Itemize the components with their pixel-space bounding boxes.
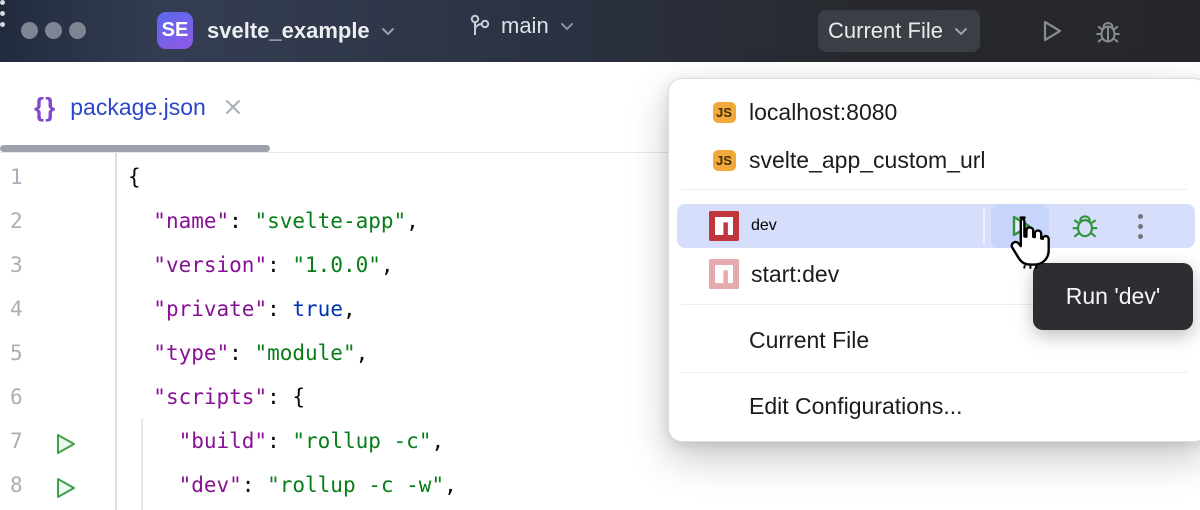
- code-text: "type": "module",: [128, 331, 368, 375]
- branch-name: main: [501, 13, 549, 39]
- run-configuration-label: Current File: [828, 18, 943, 44]
- menu-item-edit-configurations[interactable]: Edit Configurations...: [669, 384, 1200, 428]
- window-zoom-button[interactable]: [69, 22, 86, 39]
- debug-icon: [1069, 210, 1101, 242]
- hand-pointer-cursor: [1002, 214, 1058, 270]
- line-number: 1: [10, 155, 46, 199]
- title-bar: SE svelte_example main Current File: [0, 0, 1200, 62]
- actions-divider: [983, 208, 985, 244]
- code-line[interactable]: 8 "dev": "rollup -c -w",: [0, 463, 1200, 507]
- line-number: 6: [10, 375, 46, 419]
- code-text: {: [128, 155, 141, 199]
- close-icon[interactable]: [222, 96, 244, 118]
- tooltip-run-dev: Run 'dev': [1033, 263, 1193, 330]
- project-name: svelte_example: [207, 18, 370, 44]
- code-text: "build": "rollup -c",: [128, 419, 444, 463]
- npm-icon-faded: [709, 259, 739, 289]
- tooltip-text: Run 'dev': [1066, 283, 1160, 310]
- active-tab-underline: [0, 145, 270, 152]
- window-minimize-button[interactable]: [45, 22, 62, 39]
- menu-item-label: Edit Configurations...: [749, 393, 963, 420]
- line-number: 7: [10, 419, 46, 463]
- popup-separator: [681, 372, 1187, 373]
- project-avatar: SE: [157, 12, 193, 49]
- run-config-item-dev-selected[interactable]: dev: [677, 204, 1195, 248]
- run-config-label: dev: [751, 217, 777, 235]
- npm-icon: [709, 211, 739, 241]
- debug-dev-button[interactable]: [1063, 210, 1107, 242]
- run-config-item-localhost[interactable]: JS localhost:8080: [669, 88, 1200, 136]
- more-kebab-icon[interactable]: [1125, 214, 1155, 239]
- run-config-label: start:dev: [751, 261, 839, 288]
- line-number: 2: [10, 199, 46, 243]
- run-configurations-popup: JS localhost:8080 JS svelte_app_custom_u…: [668, 78, 1200, 442]
- json-file-icon: {}: [34, 92, 56, 123]
- run-config-label: svelte_app_custom_url: [749, 147, 986, 174]
- code-text: "version": "1.0.0",: [128, 243, 394, 287]
- line-number: 4: [10, 287, 46, 331]
- code-text: "scripts": {: [128, 375, 305, 419]
- run-icon[interactable]: [1037, 17, 1065, 45]
- run-config-item-custom-url[interactable]: JS svelte_app_custom_url: [669, 136, 1200, 184]
- git-branch-icon: [468, 13, 492, 39]
- ide-window: SE svelte_example main Current File: [0, 0, 1200, 510]
- code-text: "dev": "rollup -c -w",: [128, 463, 457, 507]
- project-widget[interactable]: SE svelte_example: [157, 12, 397, 49]
- line-number: 8: [10, 463, 46, 507]
- chevron-down-icon: [379, 22, 397, 40]
- popup-separator: [681, 189, 1187, 190]
- macos-traffic-lights: [21, 22, 86, 39]
- line-number: 5: [10, 331, 46, 375]
- tab-label: package.json: [70, 94, 206, 121]
- line-number: 3: [10, 243, 46, 287]
- menu-item-label: Current File: [749, 327, 869, 354]
- javascript-icon: JS: [713, 102, 736, 123]
- debug-icon[interactable]: [1093, 17, 1123, 47]
- chevron-down-icon: [558, 17, 576, 35]
- run-config-label: localhost:8080: [749, 99, 897, 126]
- chevron-down-icon: [952, 22, 970, 40]
- code-text: "name": "svelte-app",: [128, 199, 419, 243]
- window-close-button[interactable]: [21, 22, 38, 39]
- tab-package-json[interactable]: {} package.json: [0, 62, 262, 152]
- javascript-icon: JS: [713, 150, 736, 171]
- run-gutter-icon[interactable]: [52, 472, 78, 510]
- vcs-widget[interactable]: main: [468, 13, 576, 39]
- code-text: "private": true,: [128, 287, 356, 331]
- run-configuration-selector[interactable]: Current File: [818, 10, 980, 52]
